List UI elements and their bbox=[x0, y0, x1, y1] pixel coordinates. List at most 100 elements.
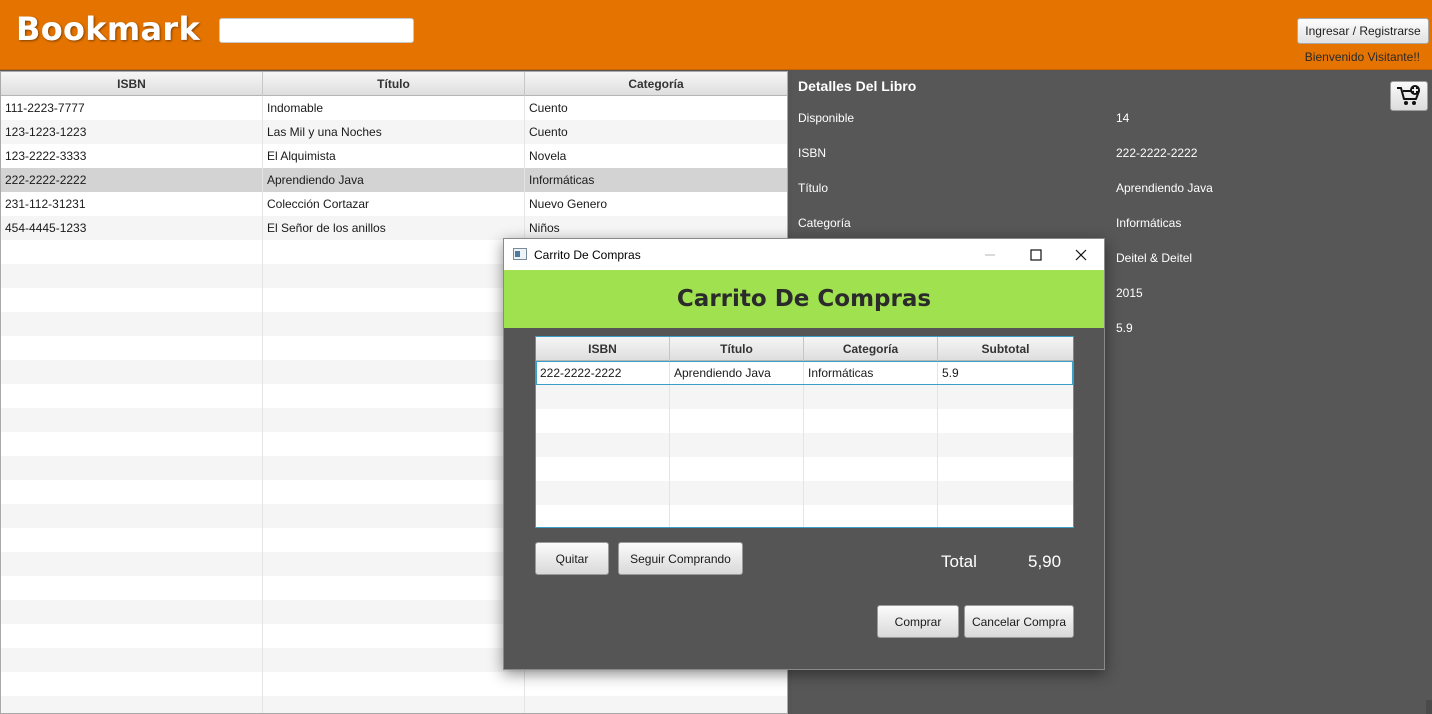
dialog-titlebar[interactable]: Carrito De Compras bbox=[504, 239, 1104, 270]
table-cell: Nuevo Genero bbox=[529, 197, 608, 211]
detail-value-anio: 2015 bbox=[1116, 286, 1143, 300]
table-cell bbox=[263, 648, 525, 672]
table-cell bbox=[263, 528, 525, 552]
detail-value-titulo: Aprendiendo Java bbox=[1116, 181, 1213, 195]
table-cell bbox=[1, 576, 263, 600]
resize-grip[interactable] bbox=[1426, 700, 1432, 714]
welcome-message: Bienvenido Visitante!! bbox=[1304, 50, 1420, 64]
add-to-cart-button[interactable] bbox=[1390, 81, 1428, 111]
table-cell bbox=[263, 552, 525, 576]
cart-table-cell bbox=[536, 481, 670, 505]
detail-value-isbn: 222-2222-2222 bbox=[1116, 146, 1198, 160]
cart-table[interactable]: ISBN Título Categoría Subtotal 222-2222-… bbox=[535, 336, 1074, 528]
table-cell bbox=[1, 528, 263, 552]
cart-column-subtotal[interactable]: Subtotal bbox=[938, 337, 1073, 361]
cart-table-cell bbox=[938, 457, 1073, 481]
cart-table-cell: 222-2222-2222 bbox=[536, 361, 670, 385]
table-cell bbox=[1, 360, 263, 384]
total-value: 5,90 bbox=[1028, 552, 1062, 571]
table-cell: Colección Cortazar bbox=[263, 192, 525, 216]
table-cell bbox=[263, 480, 525, 504]
table-cell bbox=[1, 408, 263, 432]
maximize-button[interactable] bbox=[1013, 239, 1059, 270]
table-cell: 123-2222-3333 bbox=[1, 144, 263, 168]
table-cell: Aprendiendo Java bbox=[263, 168, 525, 192]
table-cell bbox=[1, 312, 263, 336]
cart-table-cell bbox=[670, 385, 804, 409]
table-cell: Cuento bbox=[529, 125, 568, 139]
cart-table-cell bbox=[938, 409, 1073, 433]
cart-column-titulo[interactable]: Título bbox=[670, 337, 804, 361]
cart-dialog: Carrito De Compras Carrito De Compras IS… bbox=[503, 238, 1105, 670]
column-header-titulo[interactable]: Título bbox=[263, 72, 525, 96]
table-cell bbox=[1, 696, 263, 713]
cart-table-cell bbox=[804, 409, 938, 433]
table-cell bbox=[263, 288, 525, 312]
cart-column-isbn[interactable]: ISBN bbox=[536, 337, 670, 361]
cart-table-cell bbox=[670, 505, 804, 527]
search-input[interactable] bbox=[219, 18, 414, 43]
cart-column-categoria[interactable]: Categoría bbox=[804, 337, 938, 361]
cancelar-compra-button[interactable]: Cancelar Compra bbox=[964, 605, 1074, 638]
table-cell: El Alquimista bbox=[263, 144, 525, 168]
column-header-isbn[interactable]: ISBN bbox=[1, 72, 263, 96]
table-cell bbox=[263, 624, 525, 648]
table-row[interactable]: 231-112-31231 Colección Cortazar Nuevo Gen… bbox=[1, 192, 787, 216]
cart-table-header: ISBN Título Categoría Subtotal bbox=[536, 337, 1073, 361]
cart-banner: Carrito De Compras bbox=[504, 270, 1104, 328]
detail-value-precio: 5.9 bbox=[1116, 321, 1133, 335]
empty-cart-row[interactable] bbox=[536, 409, 1073, 433]
empty-table-row[interactable] bbox=[1, 672, 787, 696]
table-cell bbox=[1, 288, 263, 312]
column-header-categoria[interactable]: Categoría bbox=[525, 72, 787, 96]
cart-table-cell bbox=[670, 481, 804, 505]
minimize-icon bbox=[985, 254, 995, 255]
table-cell bbox=[263, 456, 525, 480]
table-cell bbox=[1, 480, 263, 504]
detail-label-disponible: Disponible bbox=[798, 111, 855, 125]
table-cell bbox=[263, 600, 525, 624]
empty-cart-row[interactable] bbox=[536, 481, 1073, 505]
empty-cart-row[interactable] bbox=[536, 457, 1073, 481]
table-cell bbox=[1, 456, 263, 480]
table-row[interactable]: 123-2222-3333 El Alquimista Novela bbox=[1, 144, 787, 168]
cart-table-cell bbox=[804, 385, 938, 409]
close-button[interactable] bbox=[1058, 239, 1104, 270]
table-cell bbox=[1, 648, 263, 672]
table-cell bbox=[263, 576, 525, 600]
comprar-button[interactable]: Comprar bbox=[877, 605, 959, 638]
table-cell bbox=[263, 384, 525, 408]
seguir-comprando-button[interactable]: Seguir Comprando bbox=[618, 542, 743, 575]
table-cell bbox=[1, 504, 263, 528]
empty-cart-row[interactable] bbox=[536, 385, 1073, 409]
table-row[interactable]: 454-4445-1233 El Señor de los anillos Niño… bbox=[1, 216, 787, 240]
quitar-button[interactable]: Quitar bbox=[535, 542, 609, 575]
table-cell bbox=[1, 672, 263, 696]
detail-label-categoria: Categoría bbox=[798, 216, 851, 230]
cart-table-cell: Aprendiendo Java bbox=[670, 361, 804, 385]
detail-label-titulo: Título bbox=[798, 181, 829, 195]
empty-table-row[interactable] bbox=[1, 696, 787, 713]
minimize-button[interactable] bbox=[967, 239, 1013, 270]
cart-table-cell bbox=[938, 505, 1073, 527]
detail-value-disponible: 14 bbox=[1116, 111, 1130, 125]
table-cell bbox=[1, 384, 263, 408]
table-row[interactable]: 222-2222-2222 Aprendiendo Java Informática… bbox=[1, 168, 787, 192]
login-register-button[interactable]: Ingresar / Registrarse bbox=[1297, 18, 1429, 44]
cart-table-cell bbox=[670, 457, 804, 481]
cart-table-cell bbox=[670, 409, 804, 433]
table-row[interactable]: 123-1223-1223 Las Mil y una Noches Cuento bbox=[1, 120, 787, 144]
table-cell: 123-1223-1223 bbox=[1, 120, 263, 144]
table-row[interactable]: 111-2223-7777 Indomable Cuento bbox=[1, 96, 787, 120]
empty-cart-row[interactable] bbox=[536, 505, 1073, 527]
table-cell: 222-2222-2222 bbox=[1, 168, 263, 192]
table-cell: Niños bbox=[529, 221, 560, 235]
empty-cart-row[interactable] bbox=[536, 433, 1073, 457]
table-cell: Indomable bbox=[263, 96, 525, 120]
cart-table-cell bbox=[536, 457, 670, 481]
cart-table-cell bbox=[804, 433, 938, 457]
table-cell: El Señor de los anillos bbox=[263, 216, 525, 240]
cart-table-cell bbox=[536, 385, 670, 409]
table-cell bbox=[263, 408, 525, 432]
cart-table-row[interactable]: 222-2222-2222 Aprendiendo Java Informática… bbox=[536, 361, 1073, 385]
